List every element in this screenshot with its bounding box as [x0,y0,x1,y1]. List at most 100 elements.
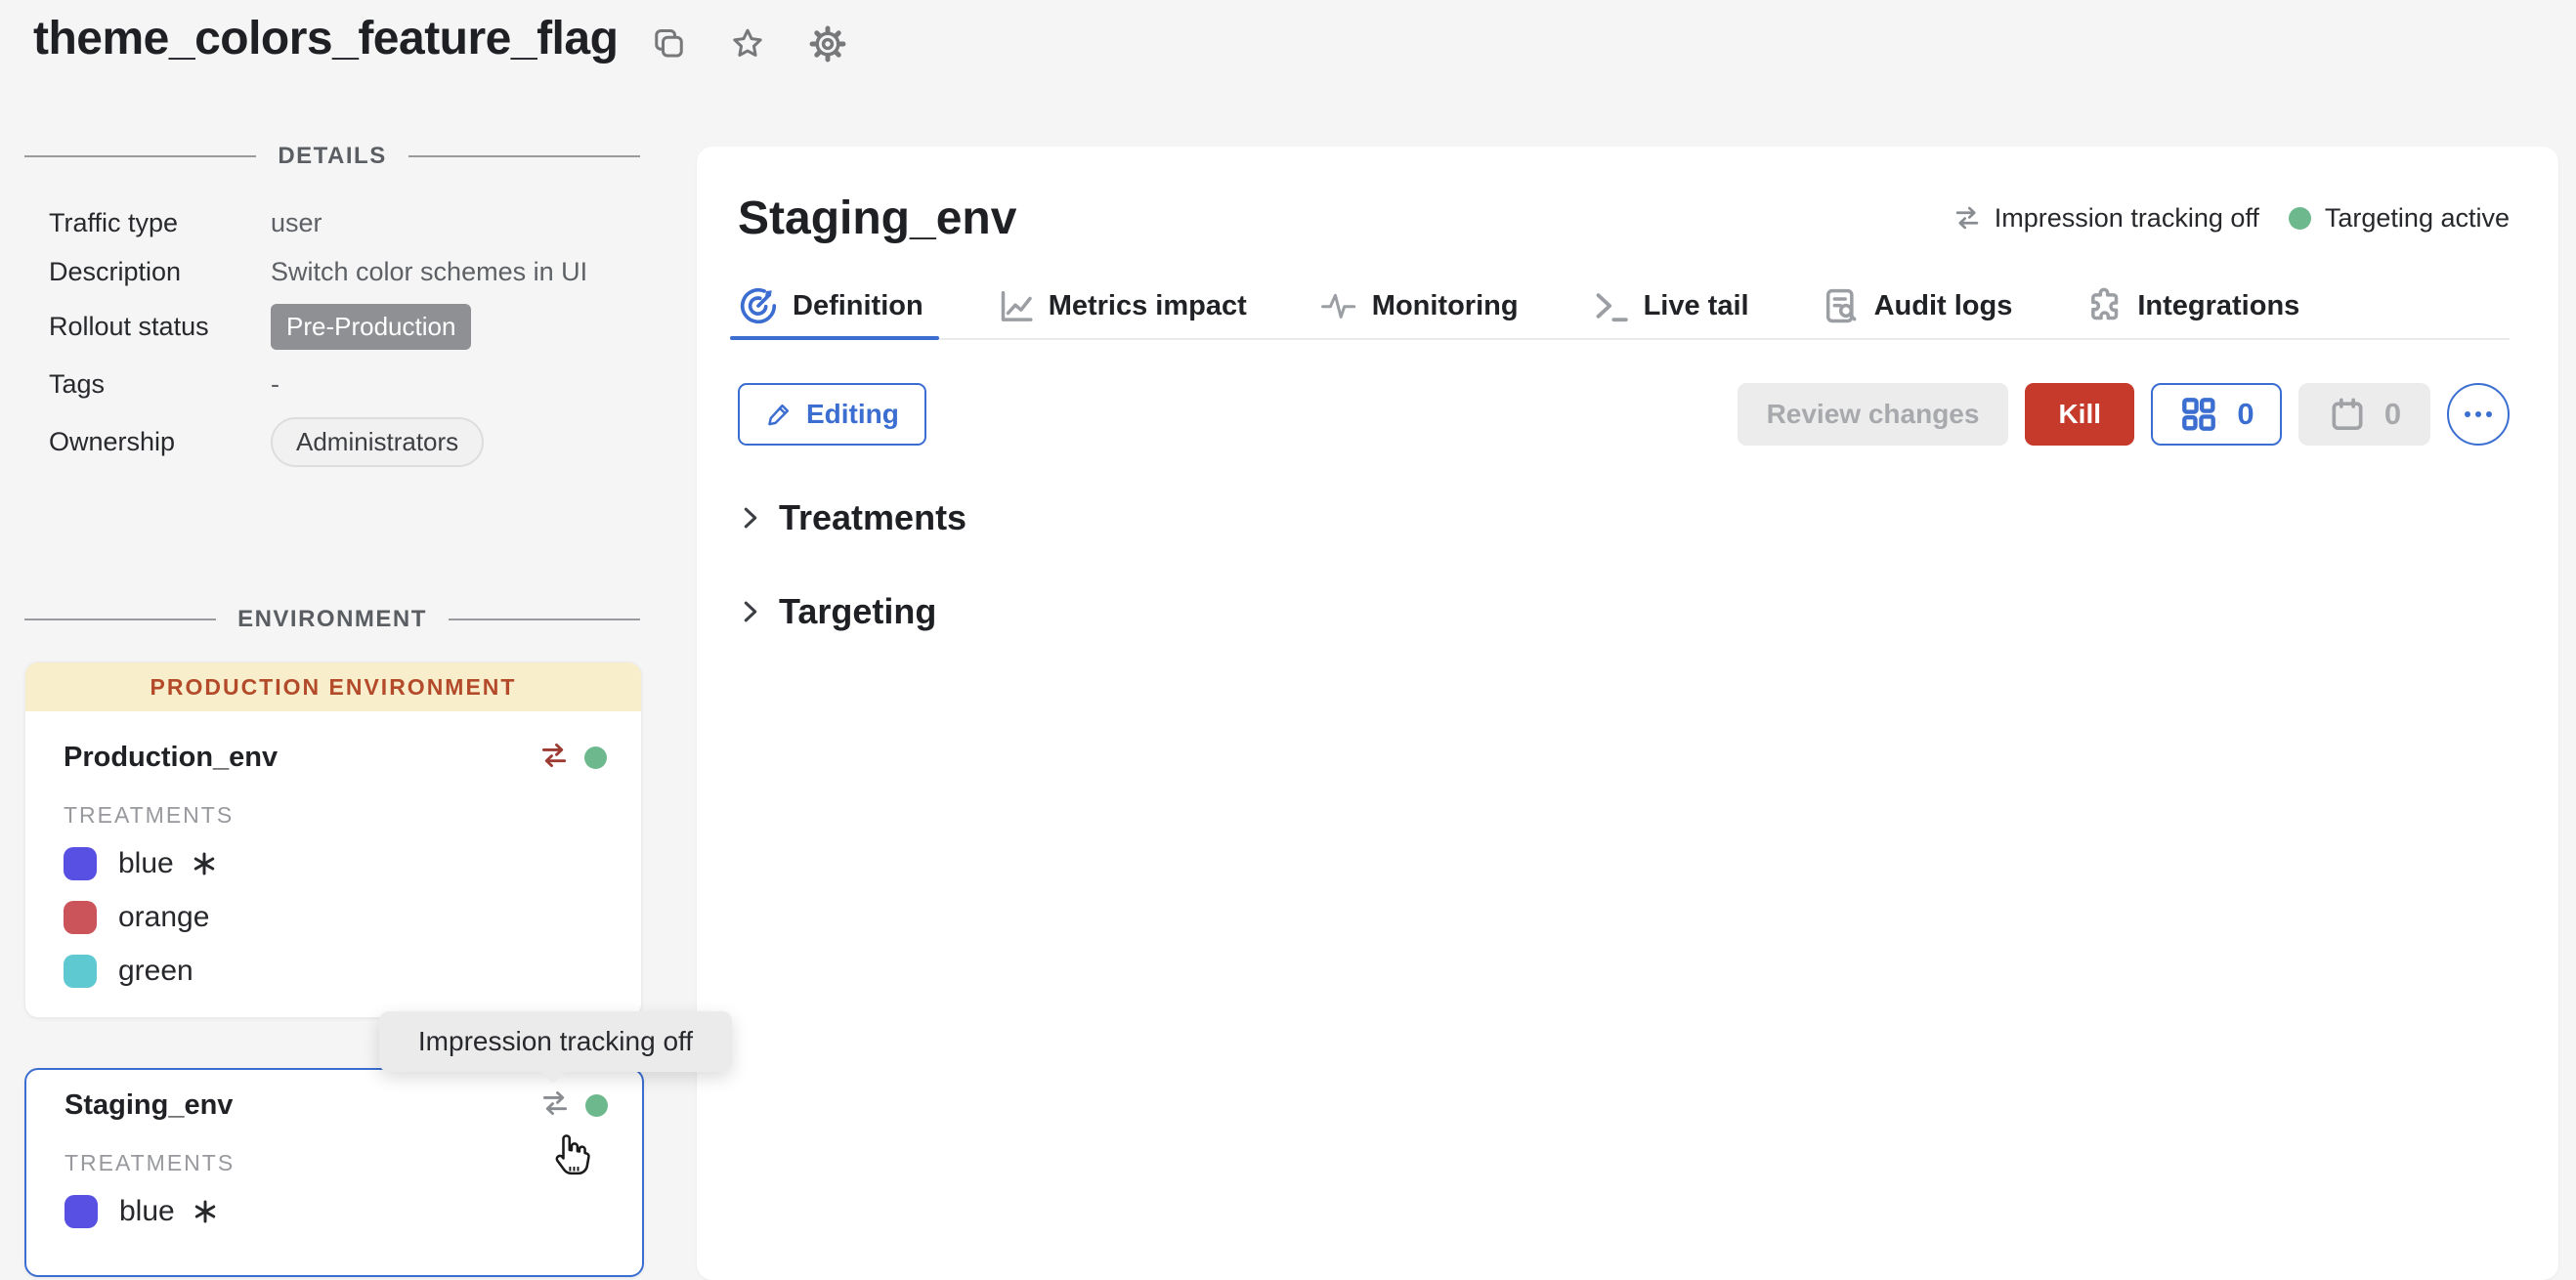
treatment-swatch [64,901,97,934]
production-card-body: Production_env TREATMENTS blue [25,736,641,991]
tooltip-text: Impression tracking off [418,1026,693,1057]
divider [24,155,256,157]
title-actions [649,25,846,63]
treatment-row: orange [64,898,607,937]
impression-tracking-icon[interactable] [540,1088,570,1123]
divider [24,619,216,620]
environment-card-staging[interactable]: Staging_env TREATMENTS blue [24,1068,644,1277]
rollout-status-badge: Pre-Production [271,304,471,350]
targeting-status-dot [2289,207,2311,230]
star-icon[interactable] [729,25,766,63]
impression-status-text: Impression tracking off [1995,203,2259,234]
environment-status-dot [585,1094,608,1117]
treatment-row: blue [64,844,607,883]
chevron-right-icon [738,599,763,624]
schedule-count-button[interactable]: 0 [2298,383,2430,446]
treatment-name: blue [118,847,174,880]
exchange-arrows-icon [1953,204,1981,232]
ownership-pill[interactable]: Administrators [271,417,484,467]
environment-card-production[interactable]: PRODUCTION ENVIRONMENT Production_env TR… [24,661,642,1018]
environment-heading: ENVIRONMENT [237,606,427,633]
impression-tracking-tooltip: Impression tracking off [379,1011,732,1072]
targeting-section-toggle[interactable]: Targeting [738,584,2510,639]
review-changes-label: Review changes [1767,399,1980,430]
tab-label: Integrations [2137,290,2299,322]
review-changes-button[interactable]: Review changes [1738,383,2009,446]
treatment-swatch [64,1195,98,1228]
tab-live-tail[interactable]: Live tail [1591,274,1749,338]
detail-row-description: Description Switch color schemes in UI [49,252,625,291]
grid-icon [2178,394,2219,435]
chevron-right-icon [738,505,763,531]
treatment-row: blue [64,1192,608,1231]
details-section-header: DETAILS [24,143,640,170]
detail-label: Traffic type [49,208,271,238]
details-heading: DETAILS [278,143,386,170]
divider [408,155,640,157]
tab-monitoring[interactable]: Monitoring [1319,274,1519,338]
kill-label: Kill [2058,399,2101,430]
tab-label: Definition [793,290,923,322]
toolbar: Editing Review changes Kill 0 [738,383,2510,446]
tab-label: Audit logs [1874,290,2013,322]
treatment-swatch [64,955,97,988]
copy-icon[interactable] [649,25,686,63]
targeting-status: Targeting active [2289,203,2510,234]
puzzle-icon [2084,286,2124,325]
kill-button[interactable]: Kill [2025,383,2134,446]
tab-bar: Definition Metrics impact Monitoring Liv… [738,274,2510,340]
section-label: Targeting [779,591,936,632]
production-environment-banner: PRODUCTION ENVIRONMENT [25,662,641,711]
treatments-caption: TREATMENTS [64,1148,608,1177]
gear-icon[interactable] [809,25,846,63]
pencil-icon [765,401,793,428]
impression-tracking-status: Impression tracking off [1953,203,2259,234]
environment-name: Production_env [64,742,539,774]
treatment-name: blue [119,1195,175,1228]
environment-name: Staging_env [64,1089,540,1122]
default-treatment-icon [193,1199,218,1224]
tab-label: Metrics impact [1049,290,1247,322]
calendar-icon [2328,395,2367,434]
tab-audit-logs[interactable]: Audit logs [1822,274,2013,338]
environment-status-dot [584,747,607,769]
terminal-icon [1591,286,1630,325]
feature-flag-page: { "header": { "title": "theme_colors_fea… [0,0,2576,1236]
divider [449,619,640,620]
tab-definition[interactable]: Definition [738,274,923,338]
tab-metrics-impact[interactable]: Metrics impact [996,274,1247,338]
section-label: Treatments [779,497,966,538]
editing-button[interactable]: Editing [738,383,926,446]
environment-title: Staging_env [738,192,1016,245]
detail-row-ownership: Ownership Administrators [49,416,625,467]
environment-detail-panel: Staging_env Impression tracking off Targ… [697,147,2558,1280]
rules-count-button[interactable]: 0 [2151,383,2282,446]
detail-label: Rollout status [49,312,271,342]
details-table: Traffic type user Description Switch col… [49,203,625,467]
default-treatment-icon [192,851,217,876]
targeting-status-text: Targeting active [2325,203,2510,234]
treatment-swatch [64,847,97,880]
tab-label: Live tail [1644,290,1749,322]
impression-tracking-icon[interactable] [539,741,569,775]
environment-section-header: ENVIRONMENT [24,606,640,633]
ellipsis-icon [2465,411,2470,417]
editing-label: Editing [806,399,899,430]
more-actions-button[interactable] [2447,383,2510,446]
treatment-name: green [118,955,193,988]
detail-label: Ownership [49,427,271,457]
staging-card-body: Staging_env TREATMENTS blue [26,1084,642,1231]
treatment-name: orange [118,901,209,934]
schedule-count: 0 [2384,397,2401,432]
treatment-row: green [64,952,607,991]
line-chart-icon [996,286,1035,325]
target-dart-icon [738,285,779,326]
detail-row-tags: Tags - [49,362,625,406]
page-title: theme_colors_feature_flag [33,12,618,65]
detail-row-traffic-type: Traffic type user [49,203,625,242]
pulse-icon [1319,286,1358,325]
tab-integrations[interactable]: Integrations [2084,274,2299,338]
detail-value: Switch color schemes in UI [271,257,587,287]
detail-label: Tags [49,369,271,400]
treatments-section-toggle[interactable]: Treatments [738,491,2510,545]
